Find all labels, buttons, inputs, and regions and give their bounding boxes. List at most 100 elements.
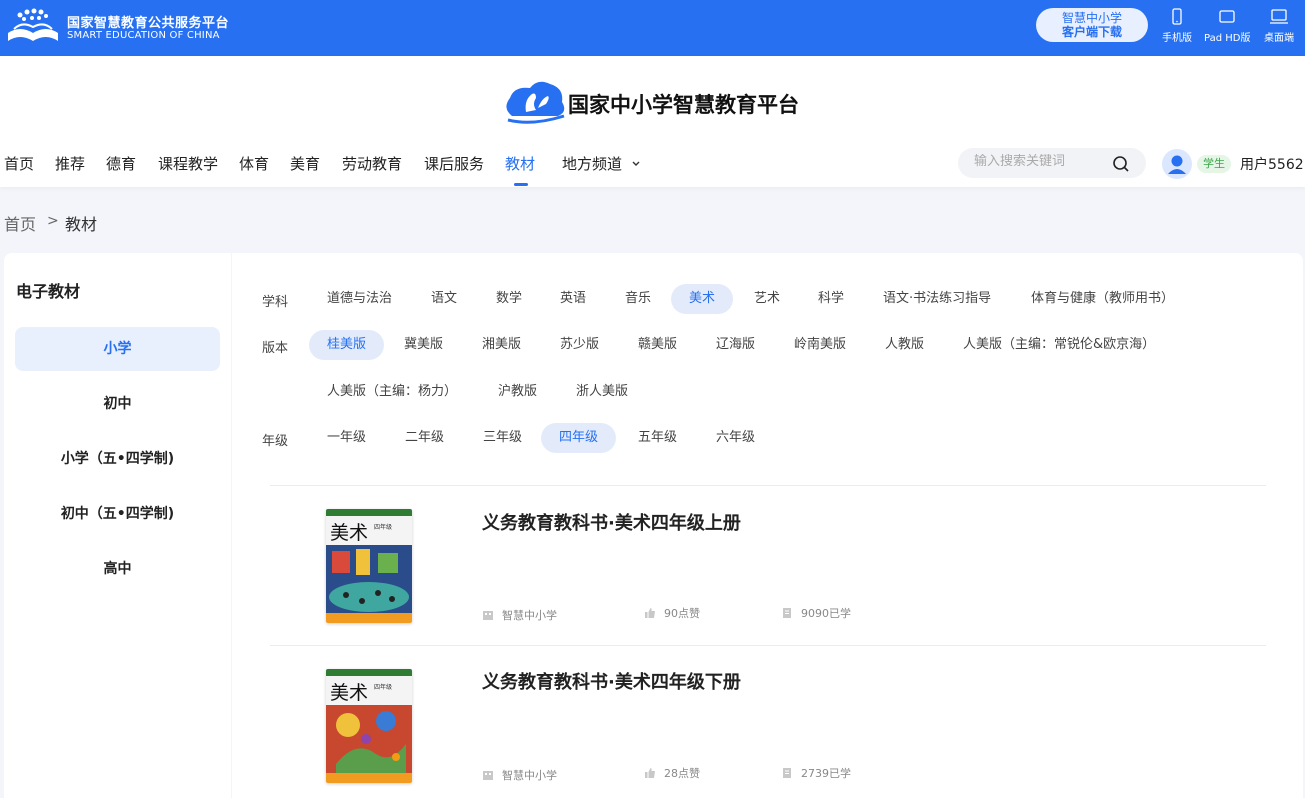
sidebar-title: 电子教材 (16, 282, 81, 301)
desktop-version-label: 桌面端 (1264, 33, 1294, 44)
level-item-junior-54[interactable]: 初中（五•四学制) (15, 492, 220, 536)
edition-chip[interactable]: 沪教版 (480, 377, 555, 407)
level-sidebar: 电子教材 小学 初中 小学（五•四学制) 初中（五•四学制) 高中 (4, 253, 231, 798)
nav-local-channel[interactable]: 地方频道 (562, 153, 641, 174)
nav-after-school[interactable]: 课后服务 (424, 153, 484, 174)
subject-chip[interactable]: 道德与法治 (309, 284, 410, 314)
subject-filter-label: 学科 (262, 295, 289, 310)
phone-version-label: 手机版 (1162, 33, 1192, 44)
breadcrumb-separator: > (47, 213, 59, 229)
search-box[interactable] (958, 148, 1146, 178)
client-download-button[interactable]: 智慧中小学 客户端下载 (1036, 8, 1148, 42)
search-input[interactable] (974, 154, 1104, 169)
book-source: 智慧中小学 (482, 767, 557, 783)
book-cover-title: 美术 (330, 682, 368, 704)
book-cover-art: 美术 四年级 (326, 509, 412, 623)
grade-chip[interactable]: 五年级 (620, 423, 695, 453)
breadcrumb-current: 教材 (65, 215, 98, 234)
edition-chip[interactable]: 辽海版 (698, 330, 773, 360)
phone-version-link[interactable]: 手机版 (1162, 8, 1192, 44)
avatar[interactable] (1162, 149, 1192, 179)
nav-textbooks[interactable]: 教材 (505, 153, 535, 174)
download-line1: 智慧中小学 (1061, 11, 1122, 25)
textbook-panel: 学科 道德与法治 语文 数学 英语 音乐 美术 艺术 科学 语文·书法练习指导 … (232, 253, 1303, 798)
nav-course-teaching[interactable]: 课程教学 (158, 153, 218, 174)
school-icon (483, 611, 493, 620)
book-cover-grade: 四年级 (374, 523, 392, 531)
level-item-primary[interactable]: 小学 (15, 327, 220, 371)
grade-chip[interactable]: 一年级 (309, 423, 384, 453)
platform-name-en[interactable]: SMART EDUCATION OF CHINA (67, 30, 220, 41)
nav-active-indicator (514, 183, 528, 186)
grade-chip[interactable]: 二年级 (387, 423, 462, 453)
book-likes-label: 90点赞 (664, 607, 700, 620)
book-likes-label: 28点赞 (664, 767, 700, 780)
desktop-icon (1270, 9, 1288, 24)
nav-labor[interactable]: 劳动教育 (342, 153, 402, 174)
subject-chip[interactable]: 科学 (800, 284, 862, 314)
user-avatar-icon (1168, 155, 1186, 174)
subject-chip[interactable]: 音乐 (607, 284, 669, 314)
edition-chip[interactable]: 湘美版 (464, 330, 539, 360)
grade-chip[interactable]: 三年级 (465, 423, 540, 453)
thumbs-up-icon (645, 768, 655, 778)
grade-chip-active[interactable]: 四年级 (541, 423, 617, 453)
book-cover[interactable]: 美术 四年级 (326, 669, 412, 783)
platform-logo-icon[interactable] (6, 7, 60, 45)
level-item-senior[interactable]: 高中 (15, 547, 220, 591)
nav-local-channel-label: 地方频道 (562, 155, 623, 173)
book-cover[interactable]: 美术 四年级 (326, 509, 412, 623)
book-source: 智慧中小学 (482, 607, 557, 623)
subject-chip[interactable]: 语文 (413, 284, 475, 314)
book-learners-label: 9090已学 (801, 607, 851, 620)
level-item-junior[interactable]: 初中 (15, 382, 220, 426)
subject-chip[interactable]: 艺术 (736, 284, 798, 314)
level-item-primary-54[interactable]: 小学（五•四学制) (15, 437, 220, 481)
nav-sports[interactable]: 体育 (239, 153, 269, 174)
pad-version-label: Pad HD版 (1204, 33, 1251, 44)
grade-filter-label: 年级 (262, 434, 289, 449)
nav-home[interactable]: 首页 (4, 153, 34, 174)
brand-title[interactable]: 国家中小学智慧教育平台 (568, 89, 799, 119)
edition-chip[interactable]: 苏少版 (542, 330, 617, 360)
edition-chip[interactable]: 人美版（主编：常锐伦&欧京海） (945, 330, 1173, 360)
book-title[interactable]: 义务教育教科书·美术四年级下册 (482, 668, 741, 694)
desktop-version-link[interactable]: 桌面端 (1264, 8, 1294, 44)
book-learners: 2739已学 (781, 765, 851, 781)
pad-version-link[interactable]: Pad HD版 (1204, 8, 1250, 44)
book-cover-art: 美术 四年级 (326, 669, 412, 783)
book-learners: 9090已学 (781, 605, 851, 621)
book-cover-title: 美术 (330, 522, 368, 544)
edition-chip[interactable]: 浙人美版 (558, 377, 646, 407)
phone-icon (1172, 8, 1182, 25)
brand-logo-icon[interactable] (502, 78, 568, 126)
subject-chip-active[interactable]: 美术 (671, 284, 734, 314)
top-bar: 国家智慧教育公共服务平台 SMART EDUCATION OF CHINA 智慧… (0, 0, 1305, 56)
nav-recommend[interactable]: 推荐 (55, 153, 85, 174)
book-source-label: 智慧中小学 (502, 609, 557, 622)
grade-chip[interactable]: 六年级 (698, 423, 773, 453)
download-line2: 客户端下载 (1061, 25, 1122, 39)
edition-chip-active[interactable]: 桂美版 (309, 330, 385, 360)
platform-name-cn[interactable]: 国家智慧教育公共服务平台 (67, 12, 229, 31)
site-header: 国家中小学智慧教育平台 首页 推荐 德育 课程教学 体育 美育 劳动教育 课后服… (0, 56, 1305, 187)
edition-chip[interactable]: 人教版 (867, 330, 942, 360)
edition-chip[interactable]: 赣美版 (620, 330, 695, 360)
edition-chip[interactable]: 冀美版 (386, 330, 461, 360)
book-likes: 28点赞 (644, 765, 700, 781)
subject-chip[interactable]: 英语 (542, 284, 604, 314)
book-cover-grade: 四年级 (374, 683, 392, 691)
edition-chip[interactable]: 岭南美版 (776, 330, 864, 360)
subject-chip[interactable]: 体育与健康（教师用书） (1013, 284, 1192, 314)
subject-chip[interactable]: 数学 (478, 284, 540, 314)
book-title[interactable]: 义务教育教科书·美术四年级上册 (482, 509, 741, 535)
edition-filter-label: 版本 (262, 341, 289, 356)
nav-moral-education[interactable]: 德育 (106, 153, 136, 174)
search-icon[interactable] (1112, 155, 1130, 173)
book-learners-label: 2739已学 (801, 767, 851, 780)
subject-chip[interactable]: 语文·书法练习指导 (865, 284, 1009, 314)
username[interactable]: 用户5562 (1240, 154, 1304, 174)
breadcrumb-home[interactable]: 首页 (4, 211, 36, 235)
nav-aesthetic[interactable]: 美育 (290, 153, 320, 174)
edition-chip[interactable]: 人美版（主编：杨力） (309, 377, 475, 407)
